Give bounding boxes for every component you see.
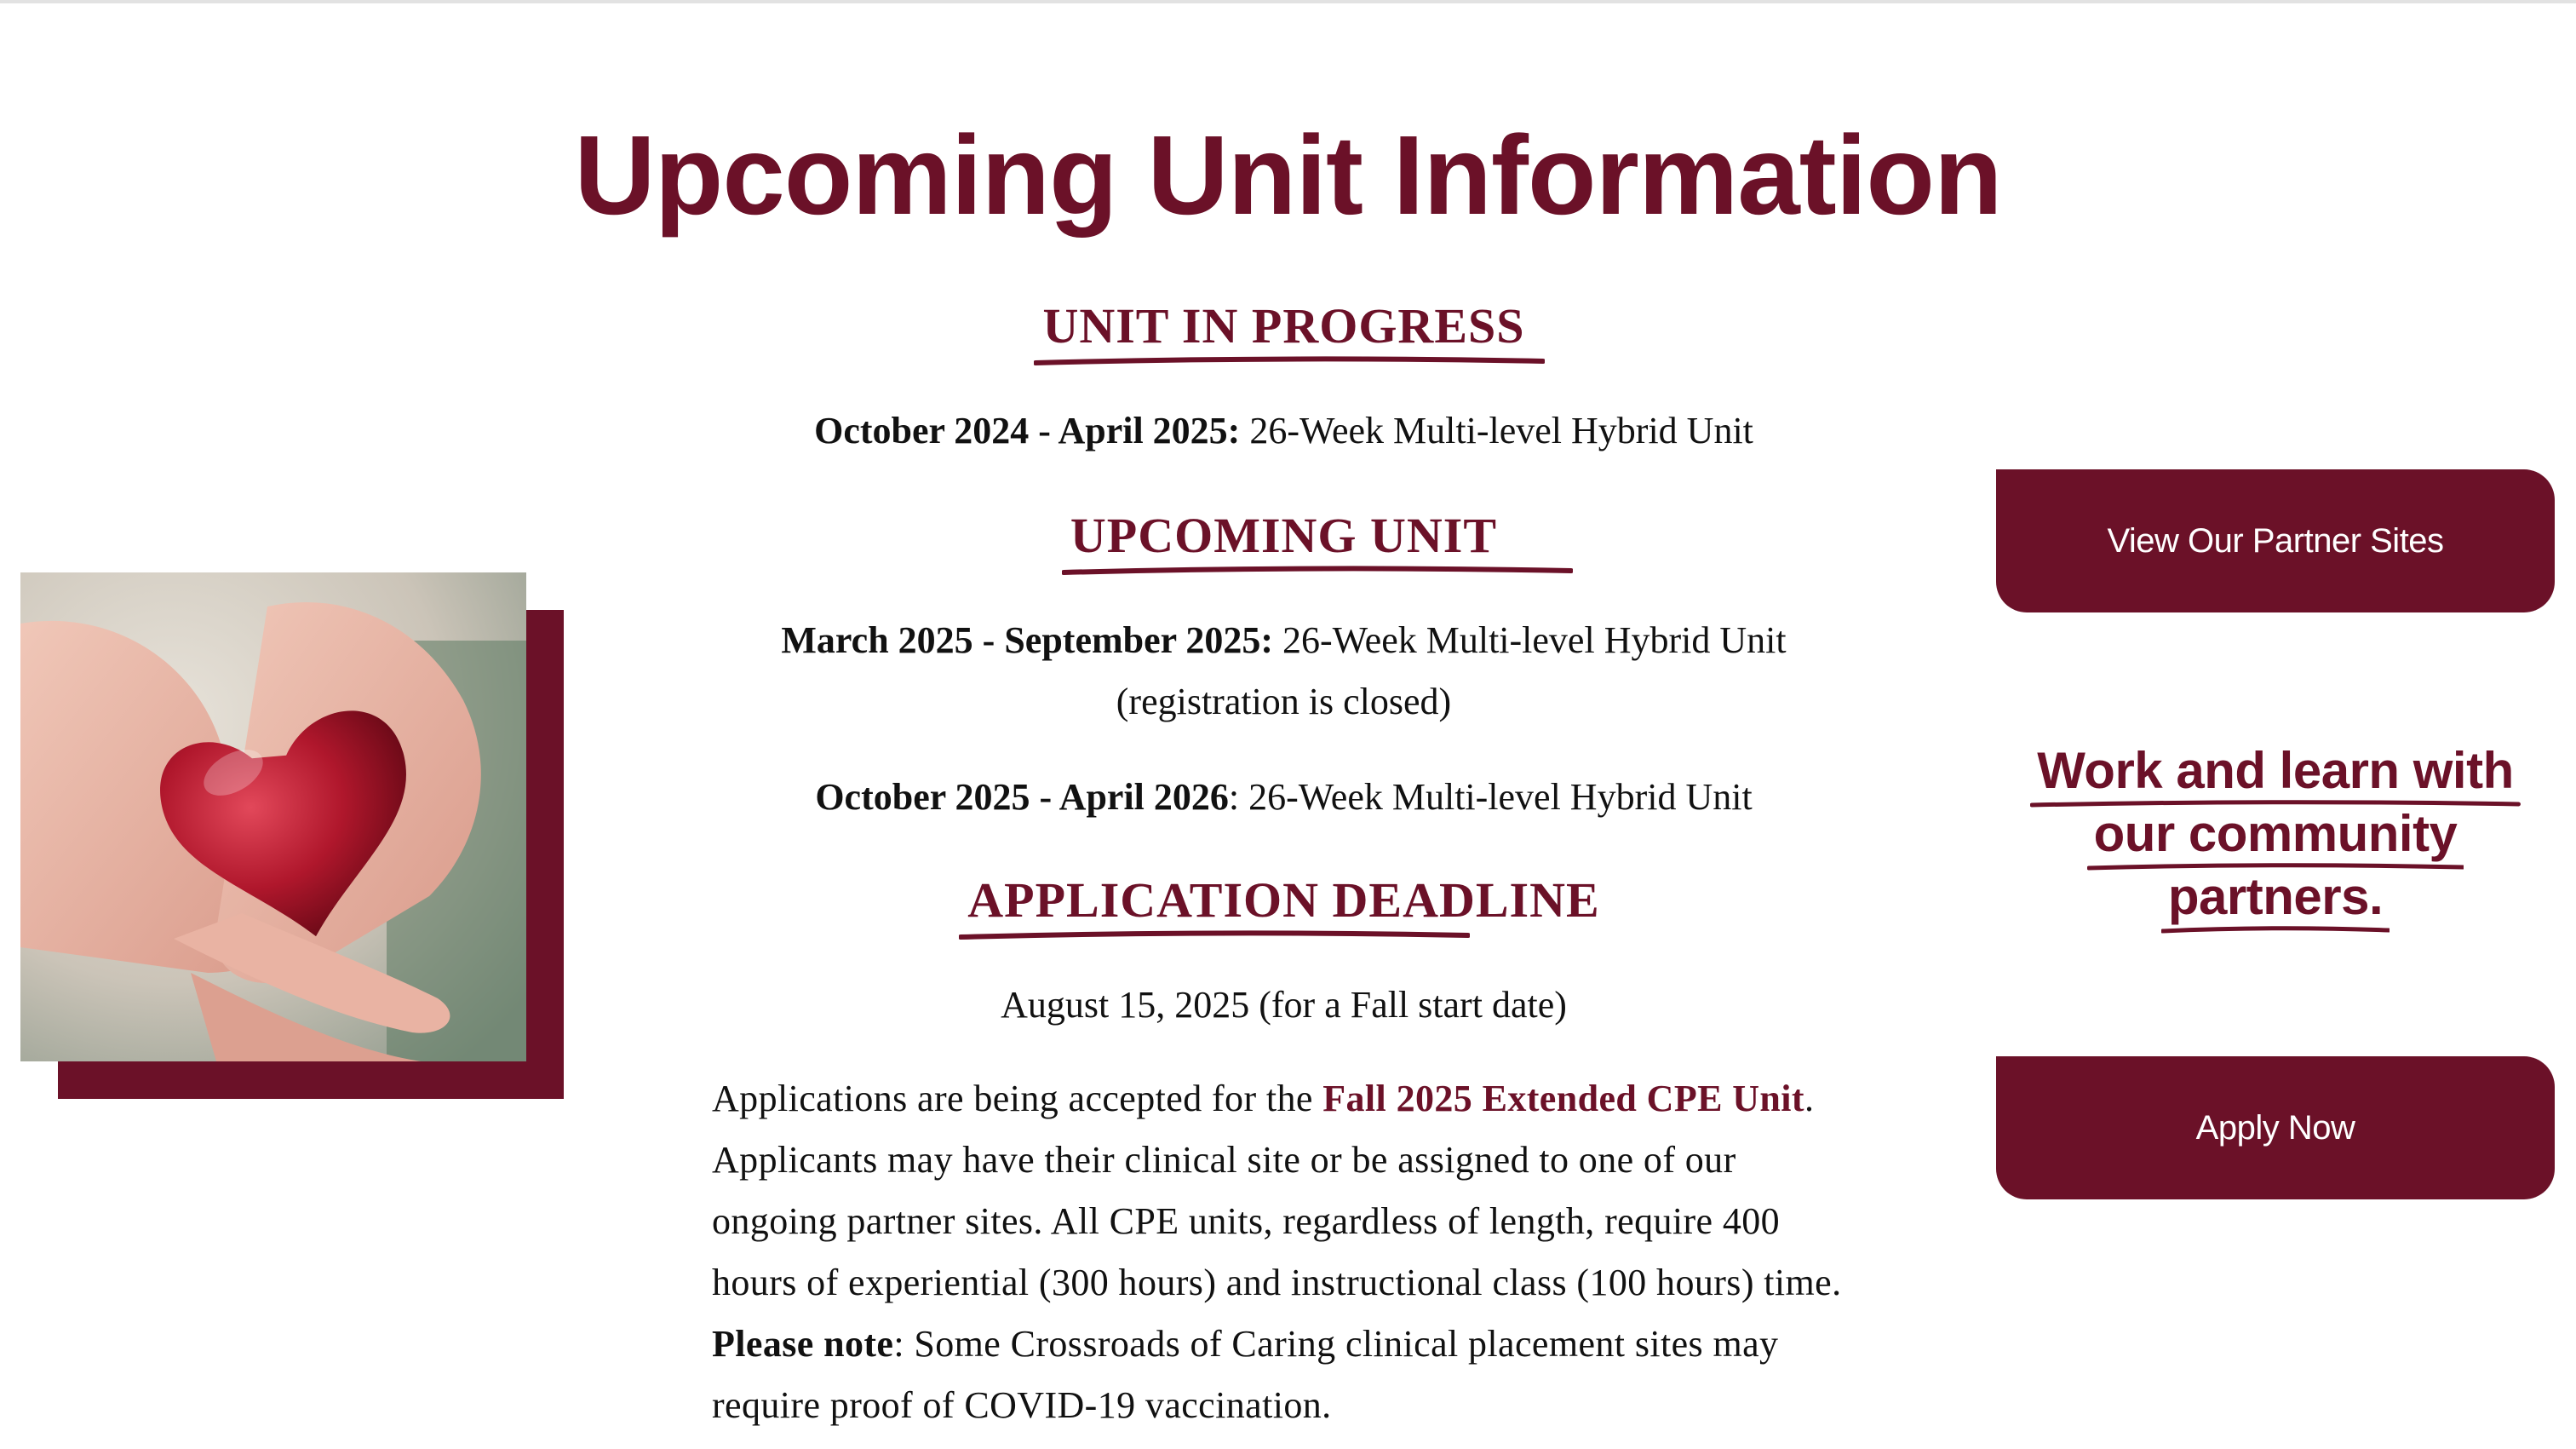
in-progress-line: October 2024 - April 2025: 26-Week Multi… [0,400,2567,462]
upcoming-dates-1: March 2025 - September 2025: [781,619,1274,661]
registration-closed-note: (registration is closed) [1116,681,1452,722]
apply-now-button[interactable]: Apply Now [1996,1056,2555,1199]
heading-upcoming-unit-text: UPCOMING UNIT [1070,508,1498,563]
heart-in-hands-icon [20,572,526,1061]
tagline-line-2[interactable]: our community [2086,802,2464,871]
tagline-line-3[interactable]: partners. [2160,865,2390,934]
underline-swash-icon [2160,926,2390,934]
upcoming-desc-2: : 26-Week Multi-level Hybrid Unit [1228,776,1753,818]
deadline-date: August 15, 2025 (for a Fall start date) [1001,984,1567,1026]
paragraph-accent-unit: Fall 2025 Extended CPE Unit [1322,1078,1804,1119]
tagline-line-3-text[interactable]: partners. [2168,868,2384,925]
in-progress-desc: 26-Week Multi-level Hybrid Unit [1240,410,1753,451]
heading-application-deadline-text: APPLICATION DEADLINE [967,872,1600,928]
heading-unit-in-progress-text: UNIT IN PROGRESS [1042,298,1525,354]
underline-swash-icon [959,930,1471,940]
heading-unit-in-progress-row: UNIT IN PROGRESS [0,302,2567,365]
view-partner-sites-button[interactable]: View Our Partner Sites [1996,469,2555,612]
tagline-line-2-text[interactable]: our community [2094,805,2458,862]
community-partners-tagline[interactable]: Work and learn with our community partne… [1996,739,2555,934]
underline-swash-icon [1034,356,1546,365]
in-progress-dates: October 2024 - April 2025: [814,410,1241,451]
top-divider [0,0,2576,3]
heading-upcoming-unit: UPCOMING UNIT [1061,508,1573,575]
heart-in-hands-photo [20,572,526,1061]
tagline-line-1[interactable]: Work and learn with [2030,739,2521,808]
paragraph-note-label: Please note [712,1323,894,1365]
upcoming-desc-1: 26-Week Multi-level Hybrid Unit [1273,619,1787,661]
underline-swash-icon [1061,566,1573,575]
application-paragraph: Applications are being accepted for the … [712,1068,1853,1436]
tagline-line-1-text[interactable]: Work and learn with [2037,742,2514,799]
paragraph-intro: Applications are being accepted for the [712,1078,1323,1119]
heading-application-deadline: APPLICATION DEADLINE [959,876,1599,940]
page-title: Upcoming Unit Information [574,112,2002,238]
upcoming-dates-2: October 2025 - April 2026 [815,776,1229,818]
heading-unit-in-progress: UNIT IN PROGRESS [1034,302,1546,365]
